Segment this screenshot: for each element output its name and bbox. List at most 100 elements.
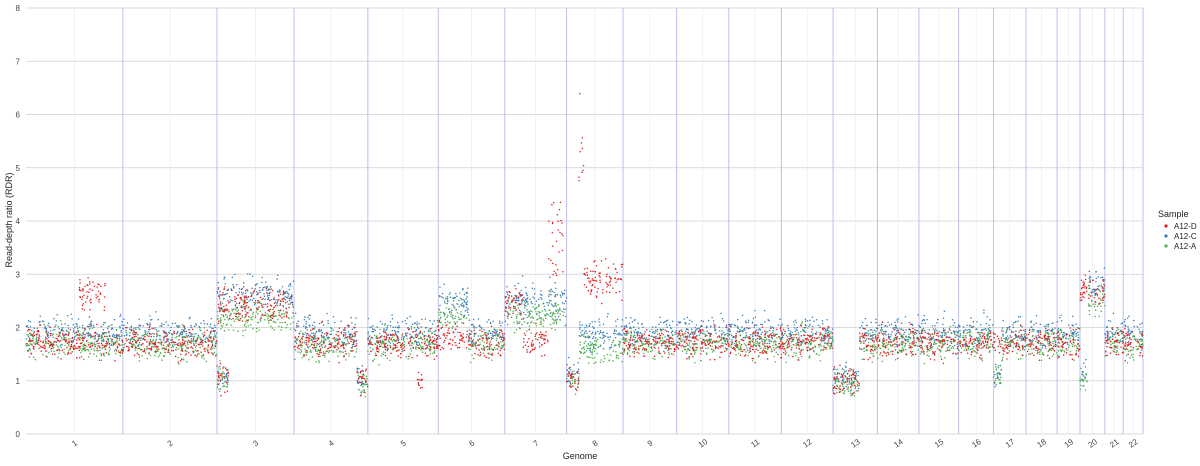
data-point [248,300,250,302]
data-point [896,321,899,323]
data-point [102,328,105,331]
data-point [391,329,394,332]
data-point [938,345,940,347]
data-point [126,321,129,324]
data-point [603,342,605,344]
data-point [372,360,374,363]
data-point [802,328,804,331]
data-point [537,298,540,301]
data-point [1050,347,1053,349]
data-point [843,370,846,373]
data-point [130,325,133,328]
data-point [929,333,932,335]
data-point [226,323,228,325]
data-point [585,345,588,348]
data-point [1018,337,1021,339]
data-point [103,354,105,357]
data-point [726,332,729,335]
data-point [1054,327,1056,329]
data-point [286,297,289,299]
data-point [772,332,774,334]
data-point [1100,299,1102,301]
data-point [1039,344,1042,346]
data-point [88,350,90,352]
data-point [156,330,158,333]
data-point [354,323,357,326]
data-point [431,323,434,325]
data-point [124,342,127,345]
data-point [1088,277,1090,280]
data-point [219,298,221,300]
data-point [524,307,526,309]
data-point [386,334,388,337]
data-point [222,382,224,385]
data-point [254,316,256,319]
data-point [802,348,804,351]
data-point [391,340,394,342]
data-point [378,348,380,351]
data-point [213,335,215,338]
data-point [373,358,376,360]
data-point [410,325,413,328]
data-point [282,313,284,315]
data-point [517,282,520,284]
data-point [1133,325,1135,328]
data-point [28,344,30,347]
data-point [580,348,583,350]
data-point [686,350,688,353]
data-point [125,331,127,334]
data-point [882,334,885,336]
data-point [810,342,813,345]
data-point [598,320,600,323]
data-point [242,334,244,337]
data-point [1107,332,1110,335]
data-point [1019,357,1022,360]
data-point [259,302,262,305]
data-point [414,335,416,337]
data-point [219,321,222,324]
data-point [994,380,997,382]
data-point [367,317,370,320]
data-point [486,321,488,323]
data-point [900,322,903,325]
data-point [167,324,169,326]
data-point [872,334,875,337]
data-point [880,326,883,329]
data-point [137,333,139,336]
data-point [153,333,155,335]
data-point [550,293,552,296]
data-point [195,324,198,326]
data-point [300,346,302,348]
data-point [700,320,703,322]
data-point [989,346,992,349]
data-point [202,355,204,358]
data-point [29,349,32,351]
data-point [300,348,302,351]
data-point [262,286,265,289]
data-point [454,306,456,309]
data-point [1111,342,1114,345]
data-point [366,378,368,380]
data-point [988,324,990,327]
data-point [293,315,295,318]
data-point [291,303,294,306]
data-point [247,324,250,327]
data-point [728,335,730,337]
data-point [125,334,128,337]
data-point [698,334,701,336]
data-point [864,317,867,320]
data-point [573,364,575,366]
data-point [552,305,555,308]
data-point [947,346,950,349]
data-point [773,355,775,358]
data-point [915,341,918,344]
data-point [477,335,480,337]
data-point [1039,353,1041,355]
data-point [628,338,630,341]
data-point [94,344,97,346]
data-point [848,383,850,385]
data-point [582,335,585,337]
data-point [603,335,605,337]
data-point [945,350,947,352]
data-point [911,346,914,348]
